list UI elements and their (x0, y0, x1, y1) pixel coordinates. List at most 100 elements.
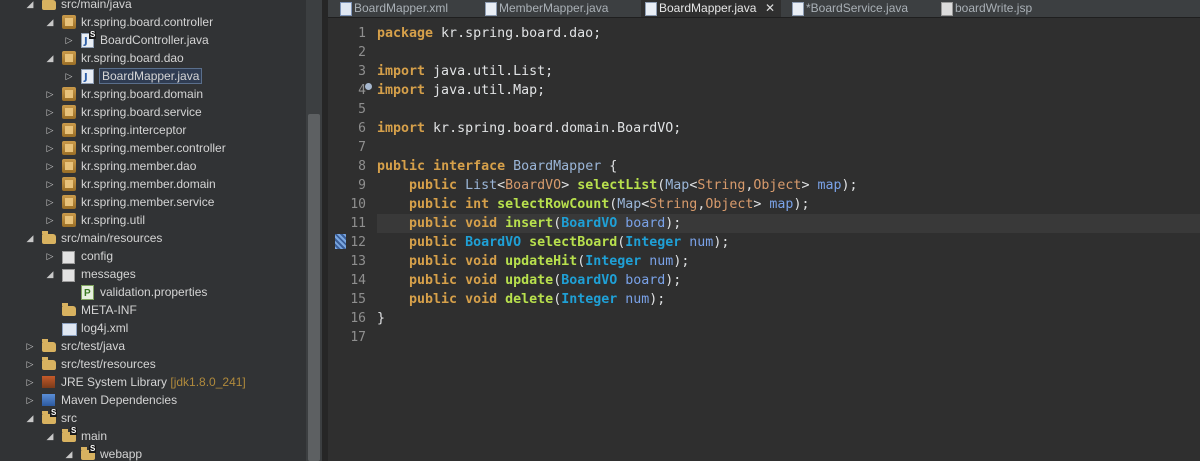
tree-item[interactable]: META-INF (0, 301, 306, 319)
expanded-arrow-icon[interactable]: ◢ (44, 13, 56, 31)
tree-item[interactable]: validation.properties (0, 283, 306, 303)
tree-item[interactable]: log4j.xml (0, 319, 306, 337)
tree-item[interactable]: ▷ kr.spring.board.service (0, 103, 306, 121)
tree-item[interactable]: ▷ Maven Dependencies (0, 391, 306, 409)
tree-item[interactable]: ◢ Ssrc (0, 409, 306, 427)
spring-badge-icon: S (70, 426, 78, 435)
tree-item[interactable]: ▷ kr.spring.member.controller (0, 139, 306, 157)
tree-item[interactable]: ◢ src/main/resources (0, 229, 306, 247)
expanded-arrow-icon[interactable]: ◢ (44, 49, 56, 67)
editor-tab[interactable]: BoardMapper.java ✕ (641, 0, 781, 17)
code-editor[interactable]: BoardMapper.xml MemberMapper.java BoardMap… (328, 0, 1200, 461)
tree-item[interactable]: ▷ config (0, 247, 306, 265)
tree-item-label: META-INF (81, 303, 137, 317)
tab-label: boardWrite.jsp (955, 1, 1033, 15)
collapsed-arrow-icon[interactable]: ▷ (63, 31, 75, 49)
expanded-arrow-icon[interactable]: ◢ (24, 0, 36, 13)
collapsed-arrow-icon[interactable]: ▷ (63, 67, 75, 85)
code-line[interactable]: import java.util.Map; (377, 81, 1200, 100)
tree-item[interactable]: ▷ kr.spring.board.domain (0, 85, 306, 103)
code-line[interactable]: package kr.spring.board.dao; (377, 24, 1200, 43)
tree-item-label: kr.spring.board.service (81, 105, 202, 119)
collapsed-arrow-icon[interactable]: ▷ (24, 337, 36, 355)
java-file-icon (792, 2, 804, 16)
code-line[interactable]: public void insert(BoardVO board); (377, 214, 1200, 233)
collapsed-arrow-icon[interactable]: ▷ (44, 193, 56, 211)
code-token: > (801, 178, 818, 193)
editor-tab[interactable]: BoardMapper.xml (336, 0, 476, 17)
code-line[interactable]: public void update(BoardVO board); (377, 271, 1200, 290)
tree-item-label: src (61, 411, 77, 425)
code-line[interactable]: public void updateHit(Integer num); (377, 252, 1200, 271)
line-number: 9 (358, 178, 366, 193)
editor-tab[interactable]: boardWrite.jsp (937, 0, 1057, 17)
tree-item[interactable]: ◢ Swebapp (0, 445, 306, 461)
collapsed-arrow-icon[interactable]: ▷ (44, 157, 56, 175)
collapsed-arrow-icon[interactable]: ▷ (24, 355, 36, 373)
collapsed-arrow-icon[interactable]: ▷ (44, 103, 56, 121)
code-token: selectList (577, 178, 658, 193)
collapsed-arrow-icon[interactable]: ▷ (24, 391, 36, 409)
tree-item[interactable]: ◢ Smain (0, 427, 306, 445)
tree-item[interactable]: ▷ kr.spring.member.domain (0, 175, 306, 193)
tree-item[interactable]: ▷ BoardMapper.java (0, 67, 306, 87)
collapsed-arrow-icon[interactable]: ▷ (44, 121, 56, 139)
expanded-arrow-icon[interactable]: ◢ (63, 445, 75, 461)
spring-badge-icon: S (89, 30, 97, 39)
tree-item[interactable]: ▷ src/test/java (0, 337, 306, 355)
code-line[interactable]: public List<BoardVO> selectList(Map<Stri… (377, 176, 1200, 195)
code-text-area[interactable]: package kr.spring.board.dao; import java.… (377, 18, 1200, 461)
collapsed-arrow-icon[interactable]: ▷ (44, 85, 56, 103)
tree-item[interactable]: ◢ kr.spring.board.dao (0, 49, 306, 67)
expanded-arrow-icon[interactable]: ◢ (44, 265, 56, 283)
code-line[interactable]: import kr.spring.board.domain.BoardVO; (377, 119, 1200, 138)
collapsed-arrow-icon[interactable]: ▷ (24, 373, 36, 391)
collapsed-arrow-icon[interactable]: ▷ (44, 247, 56, 265)
code-line[interactable]: public interface BoardMapper { (377, 157, 1200, 176)
code-line[interactable]: import java.util.List; (377, 62, 1200, 81)
tree-item[interactable]: ▷ kr.spring.member.dao (0, 157, 306, 175)
collapsed-arrow-icon[interactable]: ▷ (44, 139, 56, 157)
code-token: ); (713, 235, 730, 250)
code-line[interactable]: } (377, 309, 1200, 328)
code-line[interactable] (377, 138, 1200, 157)
tree-item[interactable]: ▷ kr.spring.member.service (0, 193, 306, 211)
code-line[interactable] (377, 100, 1200, 119)
code-line[interactable]: public void delete(Integer num); (377, 290, 1200, 309)
collapsed-arrow-icon[interactable]: ▷ (44, 211, 56, 229)
package-icon (62, 123, 76, 137)
code-line[interactable]: public BoardVO selectBoard(Integer num); (377, 233, 1200, 252)
code-line[interactable]: public int selectRowCount(Map<String,Obj… (377, 195, 1200, 214)
tree-item[interactable]: ▷ JRE System Library [jdk1.8.0_241] (0, 373, 306, 391)
tree-item[interactable]: ▷ src/test/resources (0, 355, 306, 373)
tree-item[interactable]: ◢ messages (0, 265, 306, 283)
tree-item[interactable]: ▷ kr.spring.util (0, 211, 306, 229)
line-number: 5 (358, 102, 366, 117)
code-line[interactable] (377, 43, 1200, 62)
expanded-arrow-icon[interactable]: ◢ (24, 409, 36, 427)
editor-tab[interactable]: *BoardService.java (788, 0, 933, 17)
package-icon (62, 195, 76, 209)
editor-tab[interactable]: MemberMapper.java (481, 0, 636, 17)
fold-collapse-icon[interactable] (365, 83, 372, 90)
expanded-arrow-icon[interactable]: ◢ (24, 229, 36, 247)
tree-item[interactable]: ◢ src/main/java (0, 0, 306, 13)
tree-item[interactable]: ▷ kr.spring.interceptor (0, 121, 306, 139)
explorer-scrollbar-thumb[interactable] (308, 114, 320, 461)
code-token: ( (553, 273, 562, 288)
tree-item-label: validation.properties (100, 285, 208, 299)
code-line[interactable] (377, 328, 1200, 347)
code-token: BoardVO (561, 216, 618, 231)
code-token: public (409, 254, 458, 269)
explorer-scrollbar[interactable] (306, 0, 322, 461)
tree-item[interactable]: ◢ kr.spring.board.controller (0, 13, 306, 31)
collapsed-arrow-icon[interactable]: ▷ (44, 175, 56, 193)
code-token: public (409, 292, 458, 307)
tree-item-label: messages (81, 267, 136, 281)
code-token: selectRowCount (497, 197, 610, 212)
tree-item[interactable]: ▷ SBoardController.java (0, 30, 306, 52)
tree-item-label: kr.spring.interceptor (81, 123, 187, 137)
tree-item-label: Maven Dependencies (61, 393, 178, 407)
close-tab-icon[interactable]: ✕ (765, 0, 775, 16)
expanded-arrow-icon[interactable]: ◢ (44, 427, 56, 445)
